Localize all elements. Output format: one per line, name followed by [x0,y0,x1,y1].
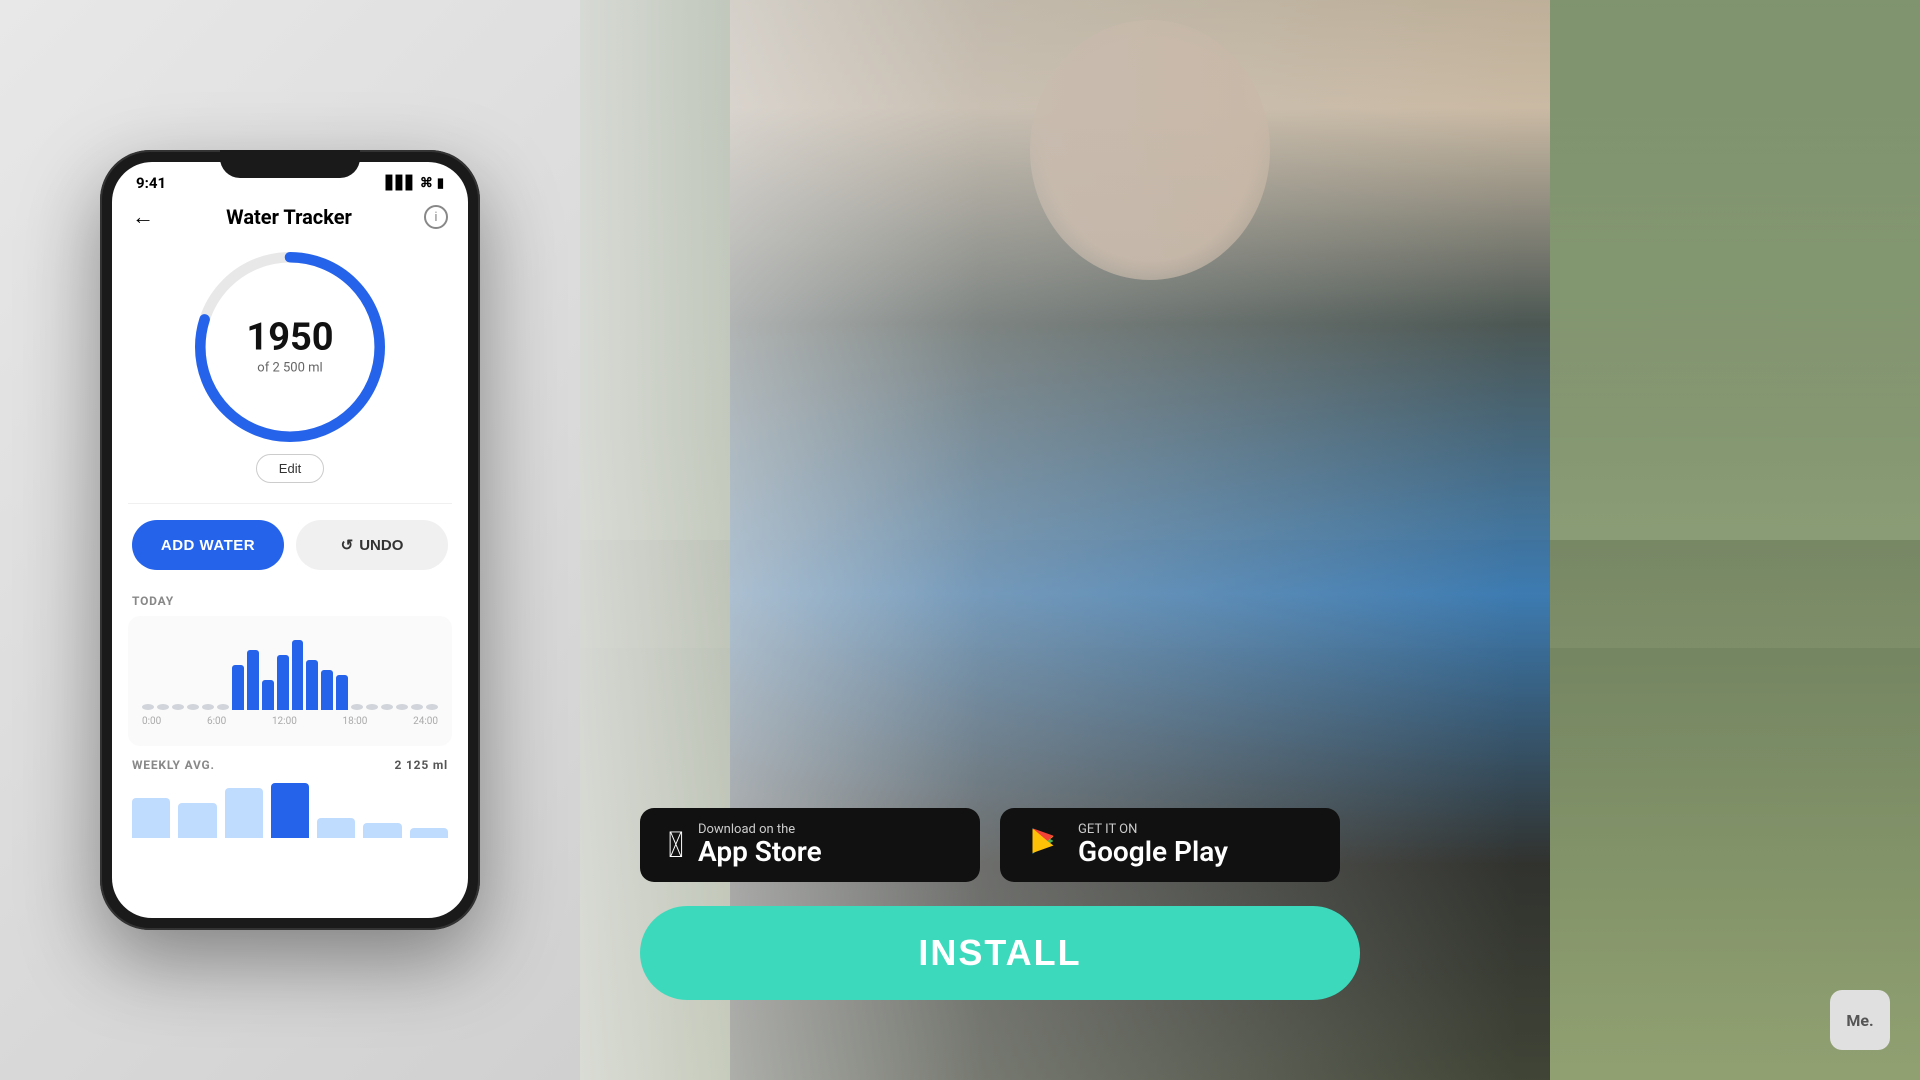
chart-bar [202,704,214,710]
chart-bar [321,670,333,710]
apple-icon:  [668,824,684,866]
edit-button[interactable]: Edit [256,454,324,483]
add-water-button[interactable]: ADD WATER [132,520,284,570]
signal-icon: ▋▋▋ [386,176,416,191]
battery-icon: ▮ [437,176,444,191]
google-play-text: GET IT ON Google Play [1078,822,1228,868]
right-panel:  Download on the App Store G [580,0,1920,1080]
chart-bar [381,704,393,710]
water-value: 1950 [246,319,333,357]
chart-bar [187,704,199,710]
google-play-large: Google Play [1078,837,1228,868]
chart-label: 18:00 [343,716,368,727]
water-sub: of 2 500 ml [246,361,333,376]
right-content:  Download on the App Store G [580,0,1920,1080]
app-store-large: App Store [698,837,822,868]
weekly-value: 2 125 ml [395,758,448,772]
chart-bar [172,704,184,710]
phone-screen: 9:41 ▋▋▋ ⌘ ▮ ← Water Tracker i [112,162,468,918]
chart-bar [292,640,304,710]
status-time: 9:41 [136,174,166,192]
water-progress-circle: 1950 of 2 500 ml [195,252,385,442]
chart-label: 0:00 [142,716,161,727]
chart-bar [336,675,348,710]
chart-bar [366,704,378,710]
weekly-bar [410,828,448,838]
chart-bars [142,630,438,710]
weekly-bar-active [271,783,309,838]
chart-bar [426,704,438,710]
google-play-button[interactable]: GET IT ON Google Play [1000,808,1340,882]
action-buttons: ADD WATER ↺ UNDO [112,504,468,586]
phone-mockup: 9:41 ▋▋▋ ⌘ ▮ ← Water Tracker i [100,150,480,930]
weekly-section: WEEKLY AVG. 2 125 ml [112,754,468,846]
today-label: TODAY [112,586,468,612]
chart-bar [142,704,154,710]
water-circle-container: 1950 of 2 500 ml Edit [112,242,468,503]
me-badge: Me. [1830,990,1890,1050]
weekly-bar [317,818,355,838]
undo-button[interactable]: ↺ UNDO [296,520,448,570]
app-header: ← Water Tracker i [112,196,468,242]
chart-bar [306,660,318,710]
chart-label: 6:00 [207,716,226,727]
app-title: Water Tracker [226,205,352,229]
chart-label: 12:00 [272,716,297,727]
chart-labels: 0:00 6:00 12:00 18:00 24:00 [142,716,438,727]
chart-bar [351,704,363,710]
left-panel: 9:41 ▋▋▋ ⌘ ▮ ← Water Tracker i [0,0,580,1080]
circle-text: 1950 of 2 500 ml [246,319,333,376]
chart-bar [157,704,169,710]
chart-bar [217,704,229,710]
weekly-bar [178,803,216,838]
undo-label: UNDO [359,537,403,554]
weekly-header: WEEKLY AVG. 2 125 ml [132,758,448,772]
back-arrow-icon[interactable]: ← [132,204,154,230]
store-buttons-row:  Download on the App Store G [640,808,1860,882]
chart-bar [277,655,289,710]
weekly-label: WEEKLY AVG. [132,758,215,772]
app-store-text: Download on the App Store [698,822,822,868]
weekly-bar [132,798,170,838]
app-store-button[interactable]:  Download on the App Store [640,808,980,882]
daily-chart: 0:00 6:00 12:00 18:00 24:00 [128,616,452,746]
weekly-bars [132,778,448,838]
install-button[interactable]: INSTALL [640,906,1360,1000]
chart-bar [396,704,408,710]
phone-notch [220,150,360,178]
status-icons: ▋▋▋ ⌘ ▮ [386,176,444,191]
chart-bar [411,704,423,710]
weekly-bar [363,823,401,838]
chart-bar [262,680,274,710]
wifi-icon: ⌘ [420,176,433,191]
info-icon[interactable]: i [424,205,448,229]
undo-icon: ↺ [341,536,354,554]
chart-bar [247,650,259,710]
weekly-bar [225,788,263,838]
chart-label: 24:00 [413,716,438,727]
chart-bar [232,665,244,710]
google-play-icon [1028,823,1064,868]
